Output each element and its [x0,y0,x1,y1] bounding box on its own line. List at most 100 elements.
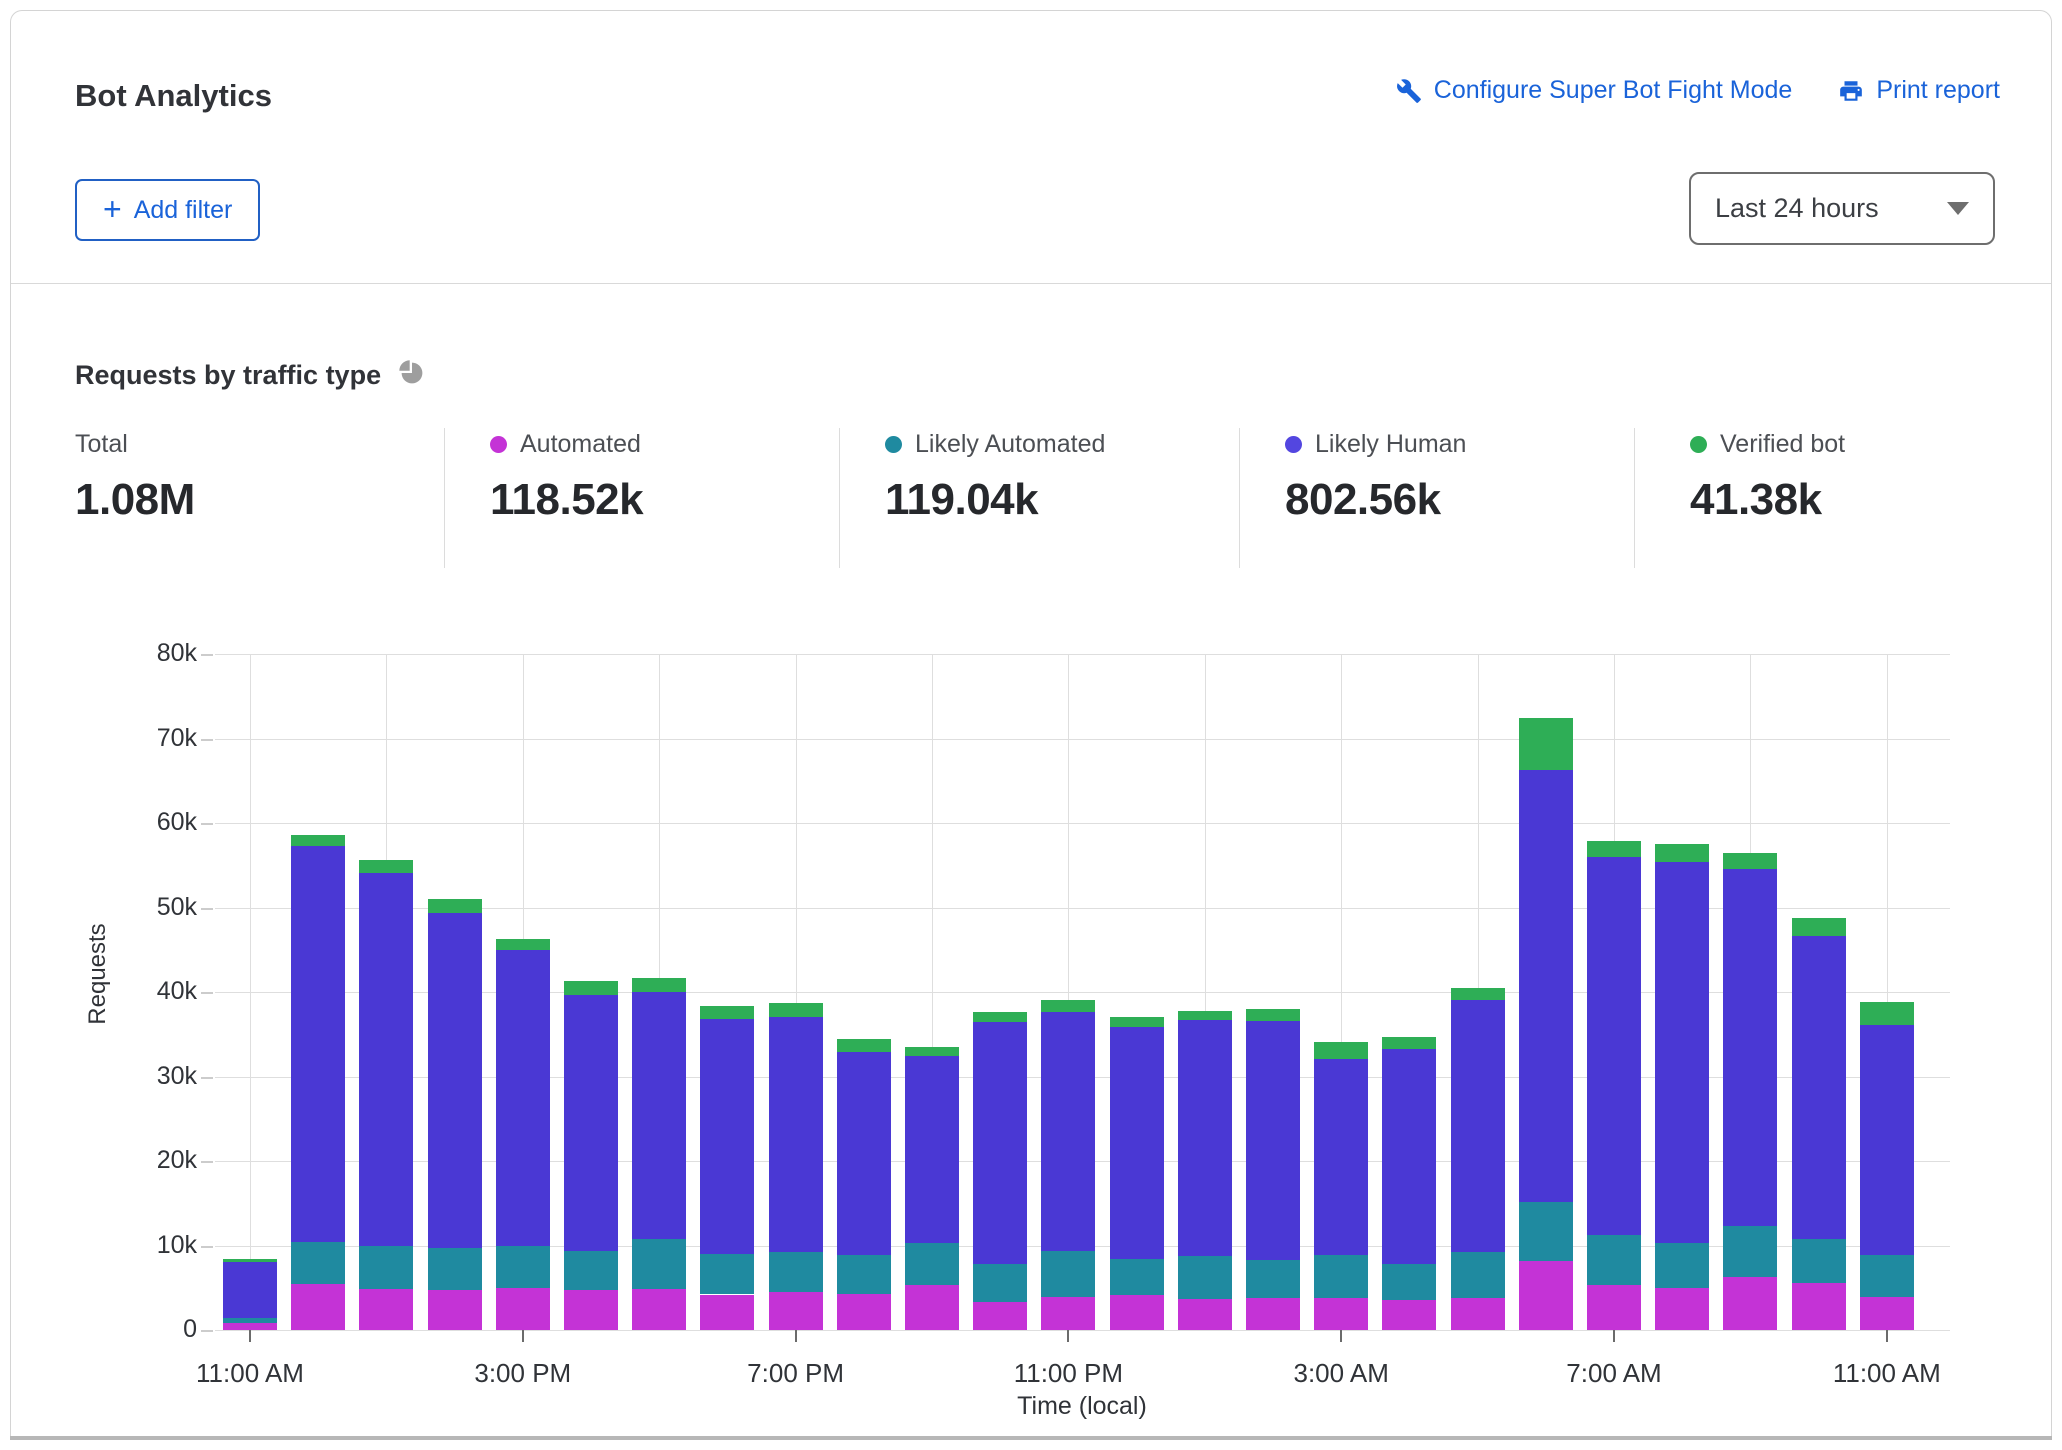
bar-segment-likely-human[interactable] [564,995,618,1252]
bar-segment-verified-bot[interactable] [427,899,482,914]
bar-segment-automated[interactable] [1791,1282,1846,1330]
bar-segment-likely-automated[interactable] [291,1242,346,1285]
bar-segment-likely-human[interactable] [427,913,482,1249]
bar-segment-automated[interactable] [1859,1297,1914,1330]
bar-segment-verified-bot[interactable] [359,860,414,873]
stat-automated[interactable]: Automated 118.52k [490,430,644,525]
bar-segment-likely-human[interactable] [1109,1027,1164,1259]
bar-segment-verified-bot[interactable] [632,977,687,992]
bar-segment-verified-bot[interactable] [1246,1008,1300,1021]
bar-segment-verified-bot[interactable] [700,1006,755,1020]
bar-segment-likely-human[interactable] [973,1022,1028,1265]
bar-segment-likely-automated[interactable] [1859,1254,1914,1298]
bar-segment-automated[interactable] [1655,1287,1710,1330]
bar-segment-likely-automated[interactable] [768,1252,823,1292]
bar-segment-verified-bot[interactable] [1450,987,1505,1000]
bar-segment-likely-human[interactable] [700,1019,755,1254]
bar-segment-likely-automated[interactable] [1177,1255,1232,1299]
bar-segment-likely-human[interactable] [223,1262,277,1319]
bar-segment-likely-human[interactable] [632,992,687,1239]
bar-segment-verified-bot[interactable] [1723,852,1778,870]
add-filter-button[interactable]: + Add filter [75,179,261,241]
bar-segment-verified-bot[interactable] [1859,1002,1914,1025]
configure-super-bot-fight-mode-link[interactable]: Configure Super Bot Fight Mode [1396,76,1792,105]
bar-segment-automated[interactable] [768,1291,823,1330]
bar-segment-verified-bot[interactable] [905,1046,959,1057]
bar-segment-likely-automated[interactable] [359,1246,414,1290]
bar-segment-likely-human[interactable] [1859,1024,1914,1255]
bar-segment-likely-automated[interactable] [495,1246,550,1288]
bar-segment-likely-human[interactable] [359,872,414,1247]
bar-segment-automated[interactable] [905,1285,959,1330]
bar-segment-likely-human[interactable] [1450,999,1505,1253]
bar-segment-likely-human[interactable] [1518,769,1573,1203]
bar-segment-verified-bot[interactable] [1791,917,1846,937]
bar-segment-verified-bot[interactable] [223,1259,277,1263]
bar-segment-likely-automated[interactable] [1041,1251,1096,1298]
bar-segment-likely-human[interactable] [291,845,346,1243]
bar-segment-automated[interactable] [1041,1297,1096,1330]
bar-segment-likely-human[interactable] [905,1056,959,1243]
bar-segment-verified-bot[interactable] [1041,1000,1096,1013]
bar-segment-likely-automated[interactable] [1518,1202,1573,1261]
bar-segment-automated[interactable] [291,1284,346,1330]
bar-segment-verified-bot[interactable] [836,1039,891,1052]
bar-segment-likely-human[interactable] [1587,856,1641,1236]
bar-segment-likely-human[interactable] [1655,861,1710,1243]
bar-segment-automated[interactable] [427,1290,482,1330]
bar-segment-automated[interactable] [632,1288,687,1330]
bar-segment-likely-human[interactable] [495,949,550,1247]
bar-segment-likely-human[interactable] [836,1051,891,1255]
bar-segment-likely-human[interactable] [1246,1020,1300,1260]
bar-segment-verified-bot[interactable] [973,1012,1028,1023]
bar-segment-verified-bot[interactable] [495,938,550,950]
bar-segment-likely-automated[interactable] [700,1253,755,1295]
bar-segment-likely-automated[interactable] [223,1318,277,1323]
bar-segment-likely-human[interactable] [1723,869,1778,1227]
bar-segment-likely-automated[interactable] [973,1264,1028,1303]
bar-segment-likely-automated[interactable] [1723,1226,1778,1277]
bar-segment-automated[interactable] [495,1287,550,1330]
bar-segment-likely-human[interactable] [1177,1019,1232,1256]
bar-segment-verified-bot[interactable] [1655,844,1710,862]
bar-segment-verified-bot[interactable] [768,1002,823,1017]
bar-segment-likely-automated[interactable] [1246,1259,1300,1298]
bar-segment-verified-bot[interactable] [1314,1041,1369,1059]
stat-verified-bot[interactable]: Verified bot 41.38k [1690,430,1845,525]
bar-segment-likely-automated[interactable] [905,1242,959,1286]
bar-segment-verified-bot[interactable] [1587,840,1641,857]
bar-segment-verified-bot[interactable] [1109,1017,1164,1028]
bar-segment-likely-automated[interactable] [1450,1252,1505,1298]
bar-segment-automated[interactable] [836,1293,891,1330]
bar-segment-likely-human[interactable] [1314,1058,1369,1255]
bar-segment-automated[interactable] [1382,1299,1437,1330]
stat-total[interactable]: Total 1.08M [75,430,195,525]
bar-segment-verified-bot[interactable] [1177,1010,1232,1020]
bar-segment-automated[interactable] [1109,1294,1164,1330]
bar-segment-verified-bot[interactable] [564,981,618,996]
bar-segment-automated[interactable] [223,1322,277,1330]
bar-segment-likely-automated[interactable] [1655,1242,1710,1288]
bar-segment-automated[interactable] [1246,1297,1300,1330]
print-report-link[interactable]: Print report [1838,76,2000,105]
bar-segment-likely-automated[interactable] [632,1238,687,1289]
bar-segment-automated[interactable] [1450,1297,1505,1330]
bar-segment-automated[interactable] [359,1289,414,1330]
bar-segment-likely-automated[interactable] [1382,1264,1437,1300]
bar-segment-automated[interactable] [973,1302,1028,1330]
bar-segment-automated[interactable] [564,1290,618,1330]
bar-segment-likely-human[interactable] [1041,1012,1096,1252]
bar-segment-automated[interactable] [1314,1297,1369,1330]
bar-segment-likely-automated[interactable] [427,1248,482,1291]
time-range-select[interactable]: Last 24 hours [1689,172,1995,245]
stat-likely-automated[interactable]: Likely Automated 119.04k [885,430,1105,525]
bar-segment-likely-human[interactable] [1791,936,1846,1239]
bar-segment-automated[interactable] [1518,1260,1573,1330]
bar-segment-likely-human[interactable] [1382,1048,1437,1265]
bar-segment-automated[interactable] [1587,1285,1641,1330]
bar-segment-likely-automated[interactable] [564,1251,618,1291]
bar-segment-verified-bot[interactable] [291,834,346,846]
bar-segment-automated[interactable] [1723,1276,1778,1330]
bar-segment-verified-bot[interactable] [1382,1036,1437,1049]
bar-segment-automated[interactable] [700,1294,755,1330]
